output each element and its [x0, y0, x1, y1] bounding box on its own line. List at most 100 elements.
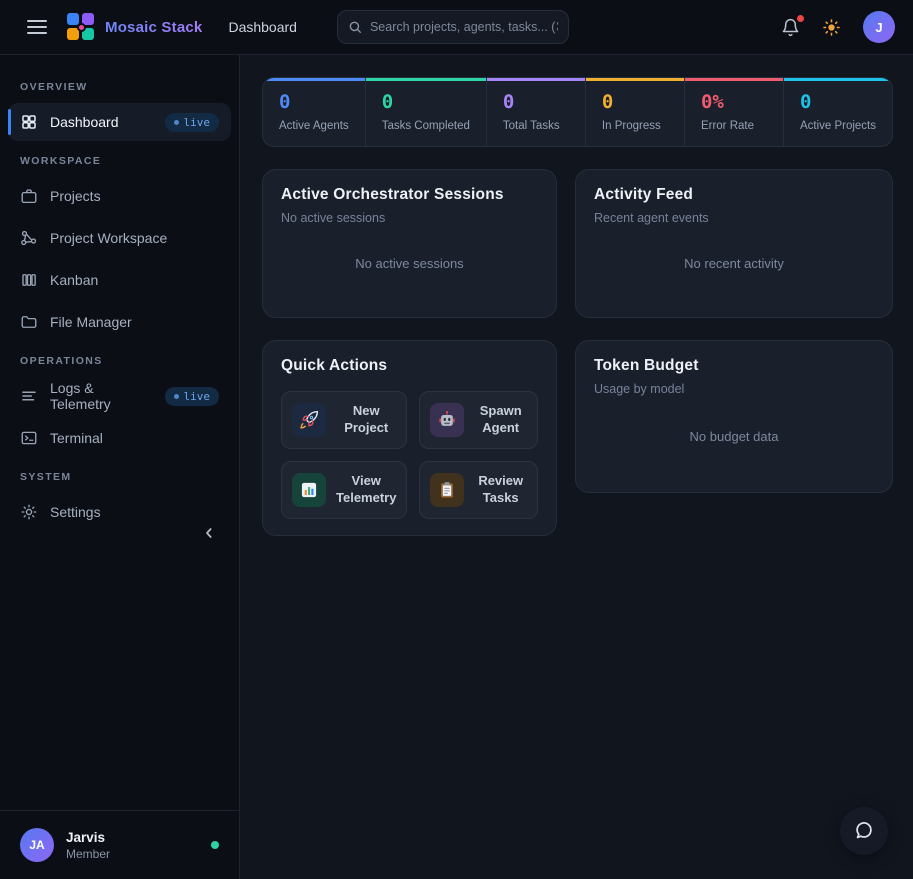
- grid-icon: [20, 113, 38, 131]
- notifications-button[interactable]: [781, 18, 800, 37]
- stat-value: 0: [800, 91, 876, 113]
- stat-total-tasks: 0 Total Tasks: [486, 78, 585, 146]
- breadcrumb: Dashboard: [228, 19, 297, 35]
- card-title: Activity Feed: [594, 186, 874, 204]
- sidebar-item-project-workspace[interactable]: Project Workspace: [8, 219, 231, 257]
- card-title: Token Budget: [594, 357, 874, 375]
- stat-value: 0: [382, 91, 470, 113]
- stat-label: Total Tasks: [503, 120, 569, 132]
- robot-icon: [430, 403, 464, 437]
- top-header: Mosaic Stack Dashboard: [0, 0, 913, 55]
- stats-row: 0 Active Agents 0 Tasks Completed 0 Tota…: [262, 77, 893, 147]
- sidebar-item-file-manager[interactable]: File Manager: [8, 303, 231, 341]
- sidebar-item-terminal[interactable]: Terminal: [8, 419, 231, 457]
- stat-active-agents: 0 Active Agents: [263, 78, 365, 146]
- section-system: SYSTEM: [20, 471, 219, 483]
- terminal-icon: [20, 429, 38, 447]
- sidebar-item-settings[interactable]: Settings: [8, 493, 231, 531]
- review-tasks-button[interactable]: Review Tasks: [419, 461, 538, 519]
- stat-tasks-completed: 0 Tasks Completed: [365, 78, 486, 146]
- live-dot-icon: [174, 394, 179, 399]
- briefcase-icon: [20, 187, 38, 205]
- nodes-icon: [20, 229, 38, 247]
- action-label: Spawn Agent: [474, 403, 527, 437]
- stat-value: 0: [279, 91, 349, 113]
- sidebar-user-panel[interactable]: JA Jarvis Member: [0, 810, 239, 879]
- stat-value: 0%: [701, 91, 767, 113]
- section-overview: OVERVIEW: [20, 81, 219, 93]
- stat-label: In Progress: [602, 120, 668, 132]
- stat-label: Active Agents: [279, 120, 349, 132]
- folder-icon: [20, 313, 38, 331]
- card-subtitle: No active sessions: [281, 211, 538, 225]
- empty-state: No recent activity: [594, 225, 874, 301]
- action-label: New Project: [336, 403, 396, 437]
- sidebar-item-label: Settings: [50, 504, 101, 520]
- speech-bubble-icon: [853, 820, 875, 842]
- theme-toggle-button[interactable]: [822, 18, 841, 37]
- stat-value: 0: [503, 91, 569, 113]
- stat-active-projects: 0 Active Projects: [783, 78, 892, 146]
- kanban-icon: [20, 271, 38, 289]
- activity-feed-card: Activity Feed Recent agent events No rec…: [575, 169, 893, 318]
- orchestrator-sessions-card: Active Orchestrator Sessions No active s…: [262, 169, 557, 318]
- stat-accent-bar: [685, 78, 783, 81]
- clipboard-icon: [430, 473, 464, 507]
- live-dot-icon: [174, 120, 179, 125]
- user-avatar[interactable]: J: [863, 11, 895, 43]
- bar-chart-icon: [292, 473, 326, 507]
- stat-value: 0: [602, 91, 668, 113]
- action-label: Review Tasks: [474, 473, 527, 507]
- empty-state: No active sessions: [281, 225, 538, 301]
- search-bar[interactable]: [337, 10, 569, 44]
- stat-accent-bar: [366, 78, 486, 81]
- sidebar-item-kanban[interactable]: Kanban: [8, 261, 231, 299]
- sidebar-item-dashboard[interactable]: Dashboard live: [8, 103, 231, 141]
- menu-icon[interactable]: [27, 20, 47, 34]
- notification-dot: [797, 15, 804, 22]
- action-label: View Telemetry: [336, 473, 396, 507]
- stat-in-progress: 0 In Progress: [585, 78, 684, 146]
- stat-accent-bar: [487, 78, 585, 81]
- chat-button[interactable]: [840, 807, 888, 855]
- view-telemetry-button[interactable]: View Telemetry: [281, 461, 407, 519]
- sidebar-item-logs-telemetry[interactable]: Logs & Telemetry live: [8, 377, 231, 415]
- gear-icon: [20, 503, 38, 521]
- card-title: Active Orchestrator Sessions: [281, 186, 538, 204]
- live-badge: live: [165, 387, 220, 406]
- lines-icon: [20, 387, 38, 405]
- user-name: Jarvis: [66, 830, 110, 845]
- chevron-left-icon: [201, 525, 217, 541]
- sidebar-collapse-button[interactable]: [201, 525, 217, 541]
- sidebar-item-projects[interactable]: Projects: [8, 177, 231, 215]
- stat-label: Error Rate: [701, 120, 767, 132]
- sidebar-item-label: Logs & Telemetry: [50, 380, 153, 412]
- section-operations: OPERATIONS: [20, 355, 219, 367]
- search-input[interactable]: [370, 20, 558, 34]
- spawn-agent-button[interactable]: Spawn Agent: [419, 391, 538, 449]
- stat-label: Tasks Completed: [382, 120, 470, 132]
- sidebar: OVERVIEW Dashboard live WORKSPACE Projec…: [0, 55, 240, 879]
- sidebar-item-label: Projects: [50, 188, 101, 204]
- quick-actions-card: Quick Actions New Project: [262, 340, 557, 536]
- brand-title: Mosaic Stack: [105, 19, 202, 36]
- user-avatar-initials: JA: [20, 828, 54, 862]
- card-subtitle: Recent agent events: [594, 211, 874, 225]
- search-icon: [348, 20, 362, 34]
- online-status-dot: [211, 841, 219, 849]
- sidebar-item-label: Terminal: [50, 430, 103, 446]
- live-badge: live: [165, 113, 220, 132]
- stat-label: Active Projects: [800, 120, 876, 132]
- section-workspace: WORKSPACE: [20, 155, 219, 167]
- main-content: 0 Active Agents 0 Tasks Completed 0 Tota…: [240, 55, 913, 879]
- sidebar-item-label: Dashboard: [50, 114, 119, 130]
- stat-error-rate: 0% Error Rate: [684, 78, 783, 146]
- new-project-button[interactable]: New Project: [281, 391, 407, 449]
- sun-icon: [822, 18, 841, 37]
- sidebar-item-label: File Manager: [50, 314, 132, 330]
- stat-accent-bar: [586, 78, 684, 81]
- rocket-icon: [292, 403, 326, 437]
- card-title: Quick Actions: [281, 357, 538, 375]
- user-role: Member: [66, 847, 110, 861]
- empty-state: No budget data: [594, 396, 874, 476]
